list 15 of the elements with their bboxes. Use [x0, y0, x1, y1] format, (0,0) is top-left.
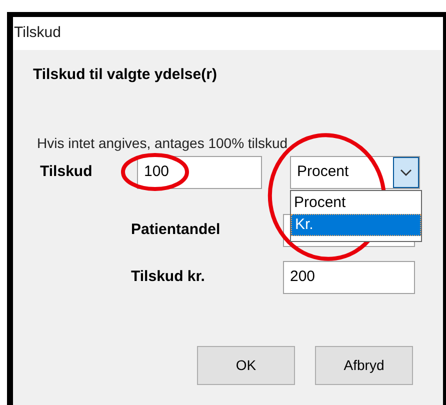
field-label: Patientandel — [131, 220, 222, 240]
dialog-button[interactable]: Afbryd — [315, 346, 413, 385]
text-field[interactable]: 100 — [137, 156, 262, 189]
text-field[interactable]: 200 — [283, 261, 415, 294]
annotation-circle — [121, 153, 189, 191]
dropdown-option[interactable]: Kr. — [291, 214, 421, 236]
unit-dropdown[interactable]: Procent — [290, 156, 420, 189]
dropdown-option[interactable]: Procent — [291, 192, 421, 214]
hint-text: Hvis intet angives, antages 100% tilskud — [37, 134, 289, 151]
chevron-down-icon — [400, 169, 412, 176]
dialog-button[interactable]: OK — [197, 346, 295, 385]
dialog-heading: Tilskud til valgte ydelse(r) — [33, 65, 218, 84]
field-label: Tilskud — [40, 162, 94, 182]
window-title: Tilskud — [14, 23, 61, 44]
field-label: Tilskud kr. — [131, 267, 206, 288]
